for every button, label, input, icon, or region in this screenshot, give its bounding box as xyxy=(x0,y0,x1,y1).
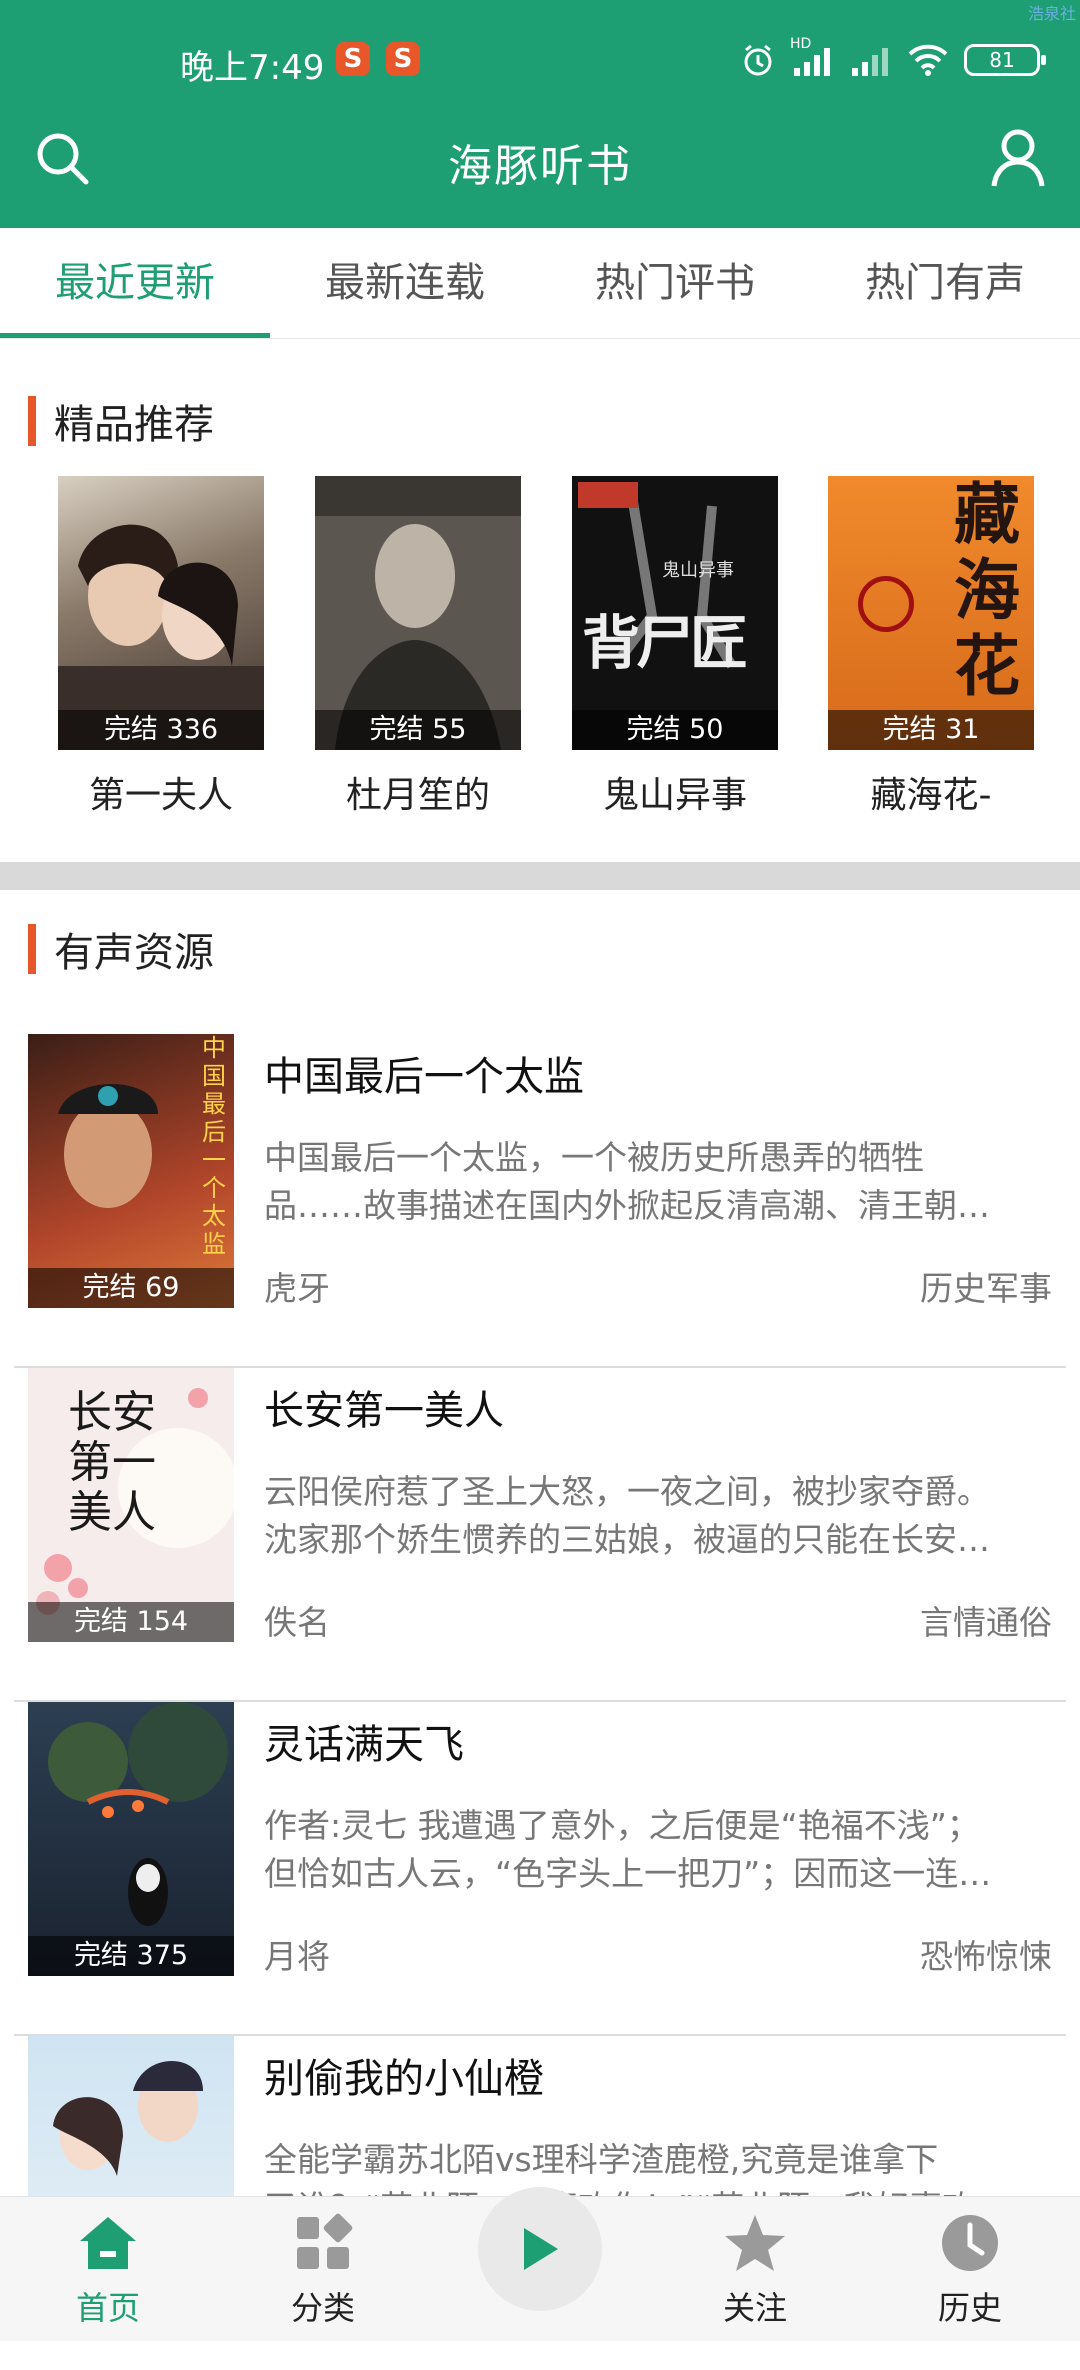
book-title: 第一夫人 xyxy=(88,775,233,816)
status-badge: 完结 375 xyxy=(28,1936,234,1976)
notification-badge: S xyxy=(386,42,420,76)
notification-badge: S xyxy=(336,42,370,76)
status-badge: 完结 50 xyxy=(572,710,778,750)
nav-history[interactable]: 历史 xyxy=(895,2211,1045,2329)
tab-latest-updates[interactable]: 最近更新 xyxy=(0,228,270,338)
featured-item[interactable]: 藏海花 完结 31 藏海花- xyxy=(828,476,1034,818)
nav-category[interactable]: 分类 xyxy=(248,2211,398,2329)
list-item[interactable]: 长安第一美人 完结 154 长安第一美人 云阳侯府惹了圣上大怒，一夜之间，被抄家… xyxy=(0,1368,1080,1702)
book-description: 中国最后一个太监，一个被历史所愚弄的牺牲 品……故事描述在国内外掀起反清高潮、清… xyxy=(264,1134,1050,1230)
home-icon xyxy=(80,2217,136,2269)
alarm-icon xyxy=(744,44,772,76)
book-title: 长安第一美人 xyxy=(264,1388,504,1434)
app-title: 海豚听书 xyxy=(448,141,632,192)
top-bar: 浩泉社 晚上7:49 S S HD 81 海豚听书 xyxy=(0,0,1080,228)
description-line: 作者:灵七 我遭遇了意外，之后便是“艳福不浅”； xyxy=(264,1806,980,1845)
featured-item[interactable]: 鬼山异事 背尸匠 完结 50 鬼山异事 xyxy=(572,476,778,818)
nav-home[interactable]: 首页 xyxy=(33,2211,183,2329)
book-cover: 鬼山异事 背尸匠 完结 50 xyxy=(572,476,778,750)
battery-indicator: 81 xyxy=(964,44,1046,76)
book-cover: 中国最后一个太监 完结 69 xyxy=(28,1034,234,1308)
nav-label: 分类 xyxy=(290,2289,355,2327)
book-cover: 完结 336 xyxy=(58,476,264,750)
description-line: 中国最后一个太监，一个被历史所愚弄的牺牲 xyxy=(264,1138,924,1177)
status-badge: 完结 336 xyxy=(58,710,264,750)
cover-title-art: 长安第一美人 xyxy=(68,1387,156,1538)
section-divider xyxy=(0,862,1080,890)
clock-icon xyxy=(942,2215,998,2271)
book-category: 言情通俗 xyxy=(920,1603,1052,1642)
description-line: 全能学霸苏北陌vs理科学渣鹿橙,究竟是谁拿下 xyxy=(264,2140,939,2179)
tab-hot-audio[interactable]: 热门有声 xyxy=(810,228,1080,338)
book-description: 作者:灵七 我遭遇了意外，之后便是“艳福不浅”； 但恰如古人云，“色字头上一把刀… xyxy=(264,1802,1050,1898)
book-category: 历史军事 xyxy=(920,1269,1052,1308)
tab-hot-storytelling[interactable]: 热门评书 xyxy=(540,228,810,338)
description-line: 沈家那个娇生惯养的三姑娘，被逼的只能在长安… xyxy=(264,1520,990,1559)
tab-bar: 最近更新 最新连载 热门评书 热门有声 xyxy=(0,228,1080,339)
star-icon xyxy=(725,2215,785,2271)
hd-label: HD xyxy=(790,36,812,52)
list-item[interactable]: 中国最后一个太监 完结 69 中国最后一个太监 中国最后一个太监，一个被历史所愚… xyxy=(0,1034,1080,1368)
book-title: 别偷我的小仙橙 xyxy=(264,2056,544,2102)
cover-art xyxy=(315,476,521,750)
book-cover: 藏海花 完结 31 xyxy=(828,476,1034,750)
status-icons: HD 81 xyxy=(740,36,1046,82)
wifi-icon xyxy=(908,44,948,76)
description-line: 品……故事描述在国内外掀起反清高潮、清王朝… xyxy=(264,1186,990,1225)
book-cover: 完结 55 xyxy=(315,476,521,750)
book-description: 云阳侯府惹了圣上大怒，一夜之间，被抄家夺爵。 沈家那个娇生惯养的三姑娘，被逼的只… xyxy=(264,1468,1050,1564)
nav-label: 历史 xyxy=(937,2289,1002,2327)
status-badge: 完结 55 xyxy=(315,710,521,750)
book-author: 虎牙 xyxy=(264,1269,330,1308)
description-line: 云阳侯府惹了圣上大怒，一夜之间，被抄家夺爵。 xyxy=(264,1472,990,1511)
featured-section-title: 精品推荐 xyxy=(28,392,214,450)
featured-item[interactable]: 完结 336 第一夫人 xyxy=(58,476,264,818)
book-author: 佚名 xyxy=(264,1603,330,1642)
nav-label: 首页 xyxy=(75,2289,140,2327)
play-icon xyxy=(524,2228,558,2270)
featured-row: 完结 336 第一夫人 完结 55 杜月笙的 鬼山异事 背尸匠 完结 50 鬼山… xyxy=(0,476,1080,836)
book-title: 中国最后一个太监 xyxy=(264,1054,584,1100)
nav-follow[interactable]: 关注 xyxy=(680,2211,830,2329)
category-icon xyxy=(297,2213,353,2269)
book-category: 恐怖惊悚 xyxy=(920,1937,1052,1976)
signal-icon: HD xyxy=(790,36,834,78)
book-cover: 长安第一美人 完结 154 xyxy=(28,1368,234,1642)
audio-section-title: 有声资源 xyxy=(28,920,214,978)
book-cover: 完结 375 xyxy=(28,1702,234,1976)
cover-art xyxy=(48,1702,228,1926)
book-title: 杜月笙的 xyxy=(345,775,490,816)
cover-title-art: 藏海花 xyxy=(954,476,1020,705)
play-button[interactable] xyxy=(478,2187,602,2311)
book-title: 藏海花- xyxy=(870,775,992,816)
status-badge: 完结 154 xyxy=(28,1602,234,1642)
book-title: 鬼山异事 xyxy=(602,775,747,816)
status-badge: 完结 31 xyxy=(828,710,1034,750)
status-time: 晚上7:49 xyxy=(180,48,325,88)
nav-label: 关注 xyxy=(722,2289,787,2327)
user-icon[interactable] xyxy=(990,128,1046,188)
book-author: 月将 xyxy=(264,1937,330,1976)
cover-subtitle: 鬼山异事 xyxy=(662,560,734,581)
description-line: 但恰如古人云，“色字头上一把刀”；因而这一连… xyxy=(264,1854,992,1893)
book-title: 灵话满天飞 xyxy=(264,1722,464,1768)
featured-item[interactable]: 完结 55 杜月笙的 xyxy=(315,476,521,818)
list-item[interactable]: 完结 375 灵话满天飞 作者:灵七 我遭遇了意外，之后便是“艳福不浅”； 但恰… xyxy=(0,1702,1080,2036)
status-badge: 完结 69 xyxy=(28,1268,234,1308)
cover-art xyxy=(58,524,264,750)
tab-new-serials[interactable]: 最新连载 xyxy=(270,228,540,338)
bottom-nav: 首页 分类 关注 历史 xyxy=(0,2187,1080,2341)
cover-pendant xyxy=(858,576,914,632)
cover-title-art: 背尸匠 xyxy=(582,609,748,677)
corner-watermark: 浩泉社 xyxy=(1027,4,1076,23)
signal-icon-2 xyxy=(852,48,888,76)
cover-title-art: 中国最后一个太监 xyxy=(202,1034,226,1258)
